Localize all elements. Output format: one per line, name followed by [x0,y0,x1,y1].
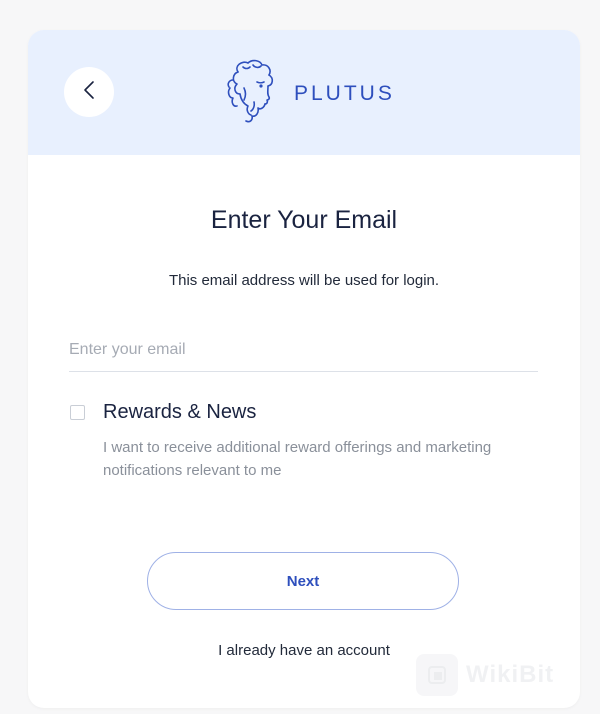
brand-logo: PLUTUS [224,58,395,129]
chevron-left-icon [83,80,95,105]
watermark: WikiBit [416,654,554,696]
page-subtitle: This email address will be used for logi… [168,272,440,289]
zeus-head-icon [224,58,280,129]
watermark-text: WikiBit [466,661,555,688]
rewards-title: Rewards & News [103,401,257,423]
brand-name: PLUTUS [294,81,395,105]
rewards-checkbox[interactable] [70,405,85,420]
back-button[interactable] [64,67,114,117]
signup-card: PLUTUS Enter Your Email This email addre… [28,30,580,708]
rewards-description: I want to receive additional reward offe… [103,439,492,479]
next-button[interactable]: Next [147,552,459,610]
email-field[interactable] [69,329,538,372]
watermark-logo-icon [416,654,458,696]
card-header: PLUTUS [28,30,580,155]
page-title: Enter Your Email [210,206,398,234]
